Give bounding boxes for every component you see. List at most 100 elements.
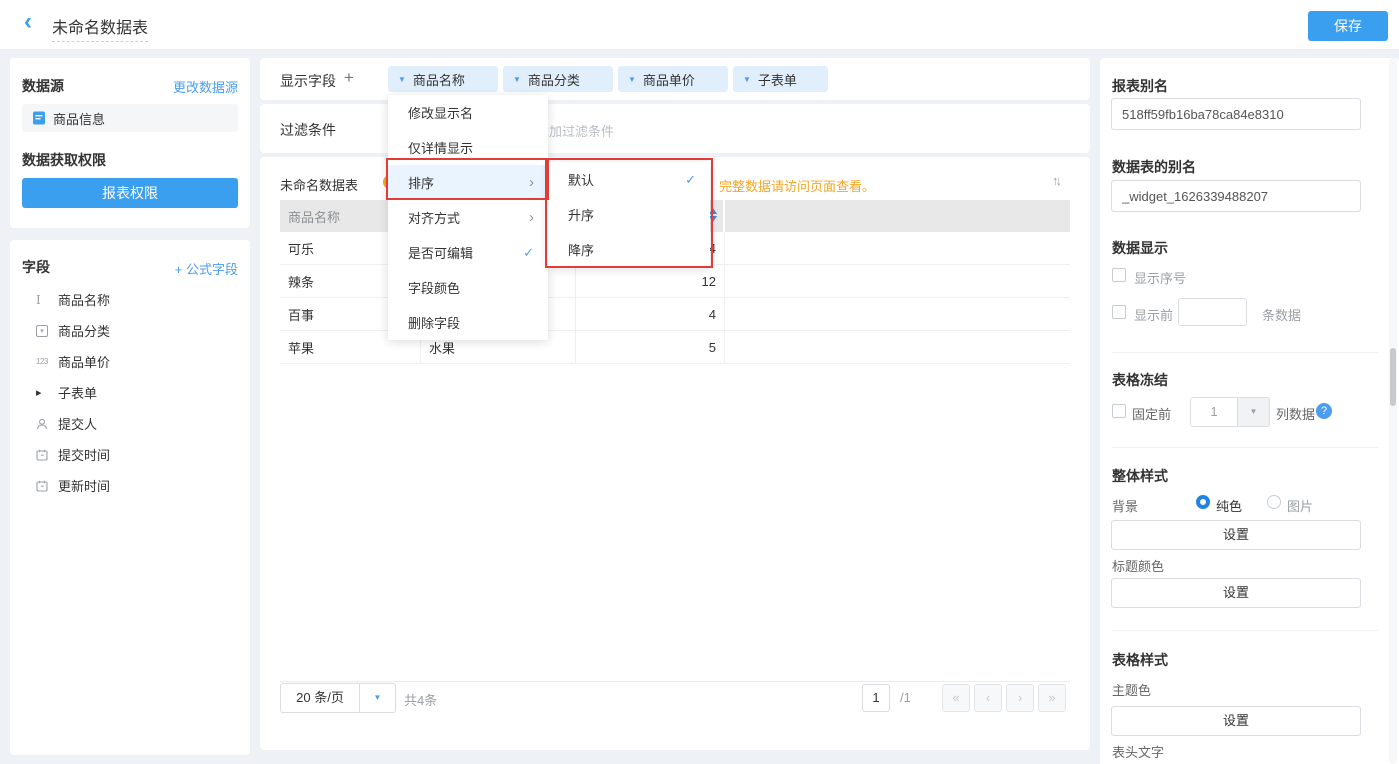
row-limit-input[interactable] <box>1178 298 1247 326</box>
chevron-down-icon[interactable]: ▼ <box>743 75 751 84</box>
document-icon <box>32 111 46 125</box>
chip-product-price[interactable]: ▼ 商品单价 <box>618 66 728 92</box>
chevron-right-icon: › <box>529 174 534 191</box>
table-cell <box>725 298 1070 331</box>
freeze-count-select[interactable]: 1 ▼ <box>1190 397 1270 427</box>
text-icon: I <box>36 293 58 307</box>
report-alias-input[interactable] <box>1111 98 1361 130</box>
background-set-button[interactable]: 设置 <box>1111 520 1361 550</box>
calendar-icon <box>36 449 58 461</box>
column-header <box>725 200 1070 232</box>
table-cell <box>725 265 1070 298</box>
chip-label: 子表单 <box>758 70 797 89</box>
table-title: 未命名数据表 <box>280 175 358 194</box>
freeze-checkbox[interactable] <box>1112 404 1126 418</box>
datasource-heading: 数据源 <box>22 76 64 96</box>
last-page-button[interactable]: » <box>1038 684 1066 712</box>
field-item-update-time[interactable]: 更新时间 <box>10 470 250 501</box>
chevron-down-icon[interactable]: ▼ <box>398 75 406 84</box>
add-formula-field-link[interactable]: + 公式字段 <box>175 259 238 278</box>
total-count: 共4条 <box>404 690 437 709</box>
back-chevron-icon[interactable]: ‹ <box>24 8 32 36</box>
title-color-set-button[interactable]: 设置 <box>1111 578 1361 608</box>
prev-page-button[interactable]: ‹ <box>974 684 1002 712</box>
show-index-checkbox[interactable] <box>1112 268 1126 282</box>
chevron-down-icon[interactable]: ▼ <box>1237 398 1269 426</box>
solid-color-label: 纯色 <box>1216 496 1242 515</box>
image-radio[interactable] <box>1267 495 1281 509</box>
add-display-field-icon[interactable]: + <box>344 68 354 88</box>
subform-expand-icon[interactable]: ▸ <box>36 386 58 399</box>
select-icon: ▾ <box>36 325 58 337</box>
filter-label: 过滤条件 <box>280 120 336 140</box>
field-context-menu: 修改显示名 仅详情显示 排序› 对齐方式› 是否可编辑✓ 字段颜色 删除字段 <box>388 95 548 340</box>
chevron-down-icon[interactable]: ▼ <box>359 684 395 712</box>
chip-label: 商品名称 <box>413 70 465 89</box>
divider <box>1112 630 1378 631</box>
field-item-product-category[interactable]: ▾商品分类 <box>10 315 250 346</box>
page-size-select[interactable]: 20 条/页 ▼ <box>280 683 396 713</box>
display-fields-label: 显示字段 <box>280 71 336 91</box>
theme-color-set-button[interactable]: 设置 <box>1111 706 1361 736</box>
fields-heading: 字段 <box>22 257 50 277</box>
scrollbar-thumb[interactable] <box>1390 348 1396 406</box>
calendar-icon <box>36 480 58 492</box>
submenu-item-descending[interactable]: 降序 <box>548 232 710 267</box>
menu-item-label: 删除字段 <box>408 313 460 332</box>
divider <box>1112 352 1378 353</box>
menu-item-sort[interactable]: 排序› <box>388 165 548 200</box>
menu-item-rename[interactable]: 修改显示名 <box>388 95 548 130</box>
field-item-product-price[interactable]: 123商品单价 <box>10 346 250 377</box>
page-number-input[interactable]: 1 <box>862 684 890 712</box>
field-label: 商品分类 <box>58 321 110 340</box>
data-display-heading: 数据显示 <box>1112 238 1168 258</box>
solid-color-radio[interactable] <box>1196 495 1210 509</box>
menu-item-field-color[interactable]: 字段颜色 <box>388 270 548 305</box>
submenu-item-default[interactable]: 默认✓ <box>548 162 710 197</box>
field-item-subform[interactable]: ▸子表单 <box>10 377 250 408</box>
menu-item-label: 对齐方式 <box>408 208 460 227</box>
help-icon[interactable]: ? <box>1316 403 1332 419</box>
chip-subform[interactable]: ▼ 子表单 <box>733 66 828 92</box>
scrollbar-track[interactable] <box>1389 58 1397 764</box>
table-style-heading: 表格样式 <box>1112 650 1168 670</box>
field-item-submit-time[interactable]: 提交时间 <box>10 439 250 470</box>
page-size-value: 20 条/页 <box>281 684 359 712</box>
field-list: I商品名称 ▾商品分类 123商品单价 ▸子表单 提交人 提交时间 更新时间 <box>10 284 250 501</box>
submenu-item-ascending[interactable]: 升序 <box>548 197 710 232</box>
datasource-item[interactable]: 商品信息 <box>22 104 238 132</box>
menu-item-detail-only[interactable]: 仅详情显示 <box>388 130 548 165</box>
page-total-label: /1 <box>900 690 911 705</box>
number-icon: 123 <box>36 357 58 366</box>
show-index-label: 显示序号 <box>1134 268 1186 287</box>
app-window: ‹ 未命名数据表 保存 数据源 更改数据源 商品信息 数据获取权限 报表权限 字… <box>0 0 1399 764</box>
change-datasource-link[interactable]: 更改数据源 <box>173 77 238 96</box>
save-button[interactable]: 保存 <box>1308 11 1388 41</box>
user-icon <box>36 418 58 430</box>
chip-product-name[interactable]: ▼ 商品名称 <box>388 66 498 92</box>
table-cell <box>725 331 1070 364</box>
menu-item-editable[interactable]: 是否可编辑✓ <box>388 235 548 270</box>
menu-item-delete-field[interactable]: 删除字段 <box>388 305 548 340</box>
field-label: 商品单价 <box>58 352 110 371</box>
menu-item-label: 升序 <box>568 205 594 224</box>
field-item-product-name[interactable]: I商品名称 <box>10 284 250 315</box>
sort-order-icon[interactable]: ↑↓ <box>1052 173 1059 188</box>
chip-label: 商品单价 <box>643 70 695 89</box>
menu-item-label: 降序 <box>568 240 594 259</box>
check-icon: ✓ <box>523 245 534 261</box>
field-label: 子表单 <box>58 383 97 402</box>
report-permission-button[interactable]: 报表权限 <box>22 178 238 208</box>
table-alias-input[interactable] <box>1111 180 1361 212</box>
field-item-submitter[interactable]: 提交人 <box>10 408 250 439</box>
chevron-down-icon[interactable]: ▼ <box>628 75 636 84</box>
first-page-button[interactable]: « <box>942 684 970 712</box>
show-first-checkbox[interactable] <box>1112 305 1126 319</box>
show-first-label: 显示前 <box>1134 305 1173 324</box>
chip-product-category[interactable]: ▼商品分类 <box>503 66 613 92</box>
next-page-button[interactable]: › <box>1006 684 1034 712</box>
page-title[interactable]: 未命名数据表 <box>52 14 148 42</box>
column-sort-icon[interactable] <box>709 208 717 222</box>
menu-item-alignment[interactable]: 对齐方式› <box>388 200 548 235</box>
chevron-down-icon[interactable]: ▼ <box>513 75 521 84</box>
